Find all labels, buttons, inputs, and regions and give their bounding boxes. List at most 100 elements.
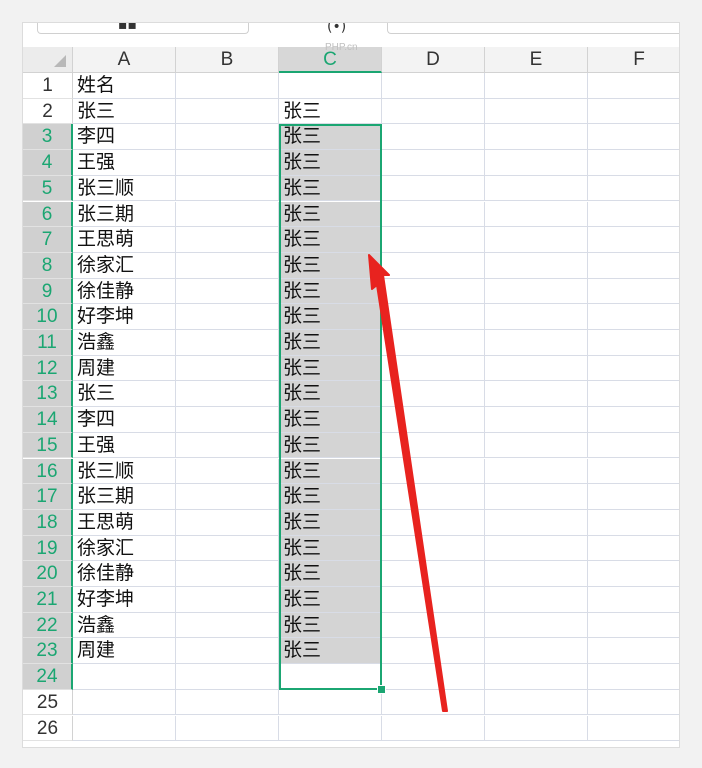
cell-a6[interactable]: 张三期 xyxy=(73,201,176,228)
cell-b17[interactable] xyxy=(176,484,279,510)
column-header-a[interactable]: A xyxy=(73,47,176,73)
row-header[interactable]: 15 xyxy=(23,432,73,459)
cell-e19[interactable] xyxy=(485,535,588,562)
cell-b2[interactable] xyxy=(176,98,279,125)
cell-c8[interactable]: 张三 xyxy=(279,252,382,279)
row-header[interactable]: 4 xyxy=(23,150,73,176)
cell-c17[interactable]: 张三 xyxy=(279,484,382,510)
cell-f12[interactable] xyxy=(588,356,679,382)
cell-f8[interactable] xyxy=(588,253,679,279)
cell-e1[interactable] xyxy=(485,73,588,99)
cell-e10[interactable] xyxy=(485,304,588,330)
row-header[interactable]: 24 xyxy=(23,664,73,690)
cell-f22[interactable] xyxy=(588,613,679,639)
cell-b14[interactable] xyxy=(176,407,279,433)
cell-c16[interactable]: 张三 xyxy=(279,458,382,485)
cell-d9[interactable] xyxy=(382,278,485,305)
cell-f18[interactable] xyxy=(588,510,679,536)
row-header[interactable]: 22 xyxy=(23,612,73,639)
cell-f11[interactable] xyxy=(588,330,679,356)
cell-a25[interactable] xyxy=(73,689,176,716)
cell-e15[interactable] xyxy=(485,432,588,459)
cell-d3[interactable] xyxy=(382,124,485,151)
cell-a22[interactable]: 浩鑫 xyxy=(73,612,176,639)
cell-d19[interactable] xyxy=(382,535,485,562)
cell-b25[interactable] xyxy=(176,689,279,716)
cell-d18[interactable] xyxy=(382,509,485,536)
cell-a2[interactable]: 张三 xyxy=(73,98,176,125)
row-header[interactable]: 25 xyxy=(23,689,73,716)
cell-d1[interactable] xyxy=(382,73,485,99)
cell-f19[interactable] xyxy=(588,536,679,562)
row-header[interactable]: 20 xyxy=(23,561,73,587)
column-header-f[interactable]: F xyxy=(588,47,679,73)
row-header[interactable]: 2 xyxy=(23,98,73,125)
cell-b1[interactable] xyxy=(176,73,279,99)
cell-c5[interactable]: 张三 xyxy=(279,175,382,202)
cell-f20[interactable] xyxy=(588,561,679,587)
select-all-corner[interactable] xyxy=(23,47,73,73)
cell-b16[interactable] xyxy=(176,458,279,485)
cell-f3[interactable] xyxy=(588,124,679,151)
cell-c11[interactable]: 张三 xyxy=(279,330,382,356)
cell-d22[interactable] xyxy=(382,612,485,639)
cell-d23[interactable] xyxy=(382,638,485,665)
cell-b19[interactable] xyxy=(176,535,279,562)
cell-c9[interactable]: 张三 xyxy=(279,278,382,305)
column-header-b[interactable]: B xyxy=(176,47,279,73)
row-header[interactable]: 18 xyxy=(23,509,73,536)
formula-input[interactable] xyxy=(387,23,679,34)
row-header[interactable]: 23 xyxy=(23,638,73,665)
column-header-e[interactable]: E xyxy=(485,47,588,73)
cell-e23[interactable] xyxy=(485,638,588,665)
cell-e12[interactable] xyxy=(485,355,588,382)
fill-handle[interactable] xyxy=(377,684,386,694)
cell-c4[interactable]: 张三 xyxy=(279,150,382,176)
cell-d2[interactable] xyxy=(382,98,485,125)
cell-b3[interactable] xyxy=(176,124,279,151)
cell-a13[interactable]: 张三 xyxy=(73,381,176,408)
row-header[interactable]: 3 xyxy=(23,124,73,151)
cell-a24[interactable] xyxy=(73,664,176,690)
cell-a14[interactable]: 李四 xyxy=(73,407,176,433)
cell-f23[interactable] xyxy=(588,638,679,665)
cell-d20[interactable] xyxy=(382,561,485,587)
cell-b9[interactable] xyxy=(176,278,279,305)
cell-d7[interactable] xyxy=(382,227,485,253)
cell-b24[interactable] xyxy=(176,664,279,690)
cell-a9[interactable]: 徐佳静 xyxy=(73,278,176,305)
cell-b5[interactable] xyxy=(176,175,279,202)
cell-c14[interactable]: 张三 xyxy=(279,407,382,433)
cell-e8[interactable] xyxy=(485,252,588,279)
cell-c1[interactable] xyxy=(279,73,382,99)
row-header[interactable]: 13 xyxy=(23,381,73,408)
cell-a19[interactable]: 徐家汇 xyxy=(73,535,176,562)
row-header[interactable]: 7 xyxy=(23,227,73,253)
cell-a10[interactable]: 好李坤 xyxy=(73,304,176,330)
cell-c22[interactable]: 张三 xyxy=(279,612,382,639)
cell-e11[interactable] xyxy=(485,330,588,356)
cell-a5[interactable]: 张三顺 xyxy=(73,175,176,202)
cell-a1[interactable]: 姓名 xyxy=(73,73,176,99)
cell-d8[interactable] xyxy=(382,252,485,279)
cell-e3[interactable] xyxy=(485,124,588,151)
cell-e2[interactable] xyxy=(485,98,588,125)
column-header-d[interactable]: D xyxy=(382,47,485,73)
cell-a16[interactable]: 张三顺 xyxy=(73,458,176,485)
row-header[interactable]: 11 xyxy=(23,330,73,356)
cell-b6[interactable] xyxy=(176,201,279,228)
cell-a12[interactable]: 周建 xyxy=(73,355,176,382)
row-header[interactable]: 21 xyxy=(23,587,73,613)
cell-b11[interactable] xyxy=(176,330,279,356)
cell-d21[interactable] xyxy=(382,587,485,613)
cell-d17[interactable] xyxy=(382,484,485,510)
row-header[interactable]: 16 xyxy=(23,458,73,485)
row-header[interactable]: 6 xyxy=(23,201,73,228)
cell-f17[interactable] xyxy=(588,484,679,510)
cell-e16[interactable] xyxy=(485,458,588,485)
cell-b23[interactable] xyxy=(176,638,279,665)
cell-c20[interactable]: 张三 xyxy=(279,561,382,587)
cell-b18[interactable] xyxy=(176,509,279,536)
cell-d10[interactable] xyxy=(382,304,485,330)
cell-a4[interactable]: 王强 xyxy=(73,150,176,176)
